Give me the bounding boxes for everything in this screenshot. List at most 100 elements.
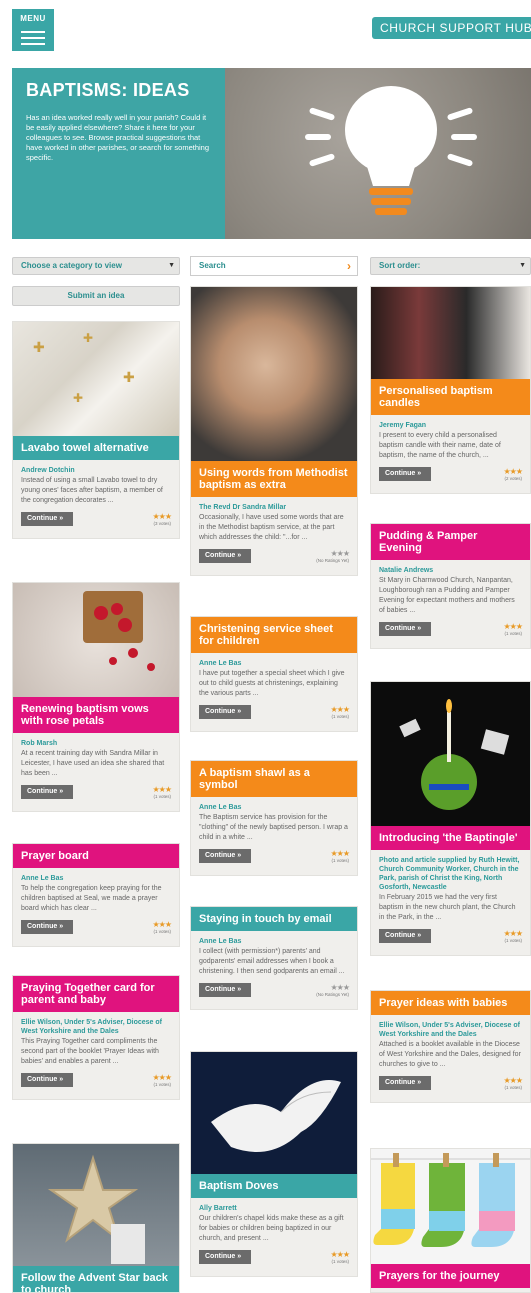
- menu-label: MENU: [20, 14, 46, 23]
- card-author[interactable]: Jeremy Fagan: [379, 421, 522, 430]
- continue-button[interactable]: Continue »: [199, 1250, 251, 1264]
- card-title[interactable]: Lavabo towel alternative: [13, 436, 179, 460]
- card-title[interactable]: Using words from Methodist baptism as ex…: [191, 461, 357, 497]
- card-author[interactable]: Anne Le Bas: [199, 803, 349, 812]
- continue-button[interactable]: Continue »: [199, 983, 251, 997]
- continue-button[interactable]: Continue »: [199, 705, 251, 719]
- star-rating[interactable]: ★★★: [503, 622, 522, 631]
- continue-button[interactable]: Continue »: [379, 467, 431, 481]
- star-rating[interactable]: ★★★: [152, 920, 171, 929]
- submit-idea-button[interactable]: Submit an idea: [12, 286, 180, 306]
- baby-photo: [191, 287, 357, 461]
- idea-card[interactable]: Renewing baptism vows with rose petals R…: [12, 582, 180, 812]
- card-title[interactable]: Christening service sheet for children: [191, 617, 357, 653]
- vote-count: (1 votes): [504, 938, 522, 943]
- card-title[interactable]: Renewing baptism vows with rose petals: [13, 697, 179, 733]
- card-author[interactable]: Anne Le Bas: [21, 874, 171, 883]
- card-author[interactable]: Andrew Dotchin: [21, 466, 171, 475]
- star-rating[interactable]: ★★★: [503, 1076, 522, 1085]
- idea-card[interactable]: ✚ ✚ ✚ ✚ Lavabo towel alternative Andrew Dot…: [12, 321, 180, 539]
- card-title[interactable]: Prayer ideas with babies: [371, 991, 530, 1015]
- idea-card[interactable]: Prayers for the journey: [370, 1148, 531, 1293]
- card-author[interactable]: Anne Le Bas: [199, 937, 349, 946]
- dove-photo: [191, 1052, 357, 1174]
- caret-down-icon: ▼: [519, 262, 526, 269]
- continue-button[interactable]: Continue »: [199, 849, 251, 863]
- continue-button[interactable]: Continue »: [21, 1073, 73, 1087]
- card-title[interactable]: Baptism Doves: [191, 1174, 357, 1198]
- idea-card[interactable]: Prayer ideas with babies Ellie Wilson, U…: [370, 990, 531, 1103]
- idea-card[interactable]: Staying in touch by email Anne Le Bas I …: [190, 906, 358, 1010]
- card-title[interactable]: Prayers for the journey: [371, 1264, 530, 1288]
- page-title: BAPTISMS: IDEAS: [26, 80, 190, 100]
- chevron-right-icon[interactable]: ›: [347, 257, 351, 275]
- continue-button[interactable]: Continue »: [21, 920, 73, 934]
- star-rating[interactable]: ★★★: [330, 849, 349, 858]
- menu-button[interactable]: MENU: [12, 9, 54, 51]
- card-excerpt: To help the congregation keep praying fo…: [21, 885, 162, 912]
- star-rating[interactable]: ★★★: [152, 785, 171, 794]
- idea-card[interactable]: Personalised baptism candles Jeremy Faga…: [370, 286, 531, 494]
- star-rating[interactable]: ★★★: [503, 467, 522, 476]
- star-rating[interactable]: ★★★: [330, 705, 349, 714]
- card-excerpt: St Mary in Charnwood Church, Nanpantan, …: [379, 577, 515, 614]
- church-support-hub-logo[interactable]: CHURCH SUPPORT HUB: [372, 17, 531, 39]
- idea-card[interactable]: Pudding & Pamper Evening Natalie Andrews…: [370, 523, 531, 649]
- continue-button[interactable]: Continue »: [21, 512, 73, 526]
- idea-card[interactable]: Follow the Advent Star back to church: [12, 1143, 180, 1293]
- hero-image: [225, 68, 531, 239]
- continue-button[interactable]: Continue »: [199, 549, 251, 563]
- card-title[interactable]: Pudding & Pamper Evening: [371, 524, 530, 560]
- category-select[interactable]: Choose a category to view ▼: [12, 257, 180, 275]
- star-rating[interactable]: ★★★: [330, 1250, 349, 1259]
- vote-count: (2 votes): [504, 476, 522, 481]
- category-select-label: Choose a category to view: [21, 261, 122, 270]
- vote-count: (3 votes): [153, 521, 171, 526]
- card-author[interactable]: Ellie Wilson, Under 5's Adviser, Diocese…: [379, 1021, 522, 1039]
- card-title[interactable]: Personalised baptism candles: [371, 379, 530, 415]
- star-rating[interactable]: ★★★: [503, 929, 522, 938]
- card-title[interactable]: Introducing 'the Baptingle': [371, 826, 530, 850]
- idea-card[interactable]: A baptism shawl as a symbol Anne Le Bas …: [190, 760, 358, 876]
- card-title[interactable]: Staying in touch by email: [191, 907, 357, 931]
- hamburger-icon: [21, 31, 45, 33]
- sort-select[interactable]: Sort order: ▼: [370, 257, 531, 275]
- star-rating[interactable]: ★★★: [330, 549, 349, 558]
- svg-text:✚: ✚: [83, 331, 93, 345]
- card-author[interactable]: The Revd Dr Sandra Millar: [199, 503, 349, 512]
- card-author[interactable]: Natalie Andrews: [379, 566, 522, 575]
- idea-card[interactable]: Introducing 'the Baptingle' Photo and ar…: [370, 681, 531, 956]
- card-author[interactable]: Rob Marsh: [21, 739, 171, 748]
- card-title[interactable]: Follow the Advent Star back to church: [13, 1266, 179, 1292]
- svg-text:✚: ✚: [73, 391, 83, 405]
- towel-photo: ✚ ✚ ✚ ✚: [13, 322, 179, 436]
- search-input[interactable]: Search ›: [190, 256, 358, 276]
- continue-button[interactable]: Continue »: [21, 785, 73, 799]
- idea-card[interactable]: Praying Together card for parent and bab…: [12, 975, 180, 1100]
- idea-card[interactable]: Christening service sheet for children A…: [190, 616, 358, 732]
- star-rating[interactable]: ★★★: [152, 512, 171, 521]
- star-rating[interactable]: ★★★: [152, 1073, 171, 1082]
- card-author[interactable]: Anne Le Bas: [199, 659, 349, 668]
- card-title[interactable]: Prayer board: [13, 844, 179, 868]
- continue-button[interactable]: Continue »: [379, 1076, 431, 1090]
- card-author[interactable]: Ally Barrett: [199, 1204, 349, 1213]
- rose-petals-photo: [13, 583, 179, 697]
- vote-count: (1 votes): [153, 929, 171, 934]
- idea-card[interactable]: Baptism Doves Ally Barrett Our children'…: [190, 1051, 358, 1277]
- idea-card[interactable]: Using words from Methodist baptism as ex…: [190, 286, 358, 576]
- vote-count: (No Ratings Yet): [316, 558, 349, 563]
- socks-photo: [371, 1149, 530, 1264]
- card-author[interactable]: Ellie Wilson, Under 5's Adviser, Diocese…: [21, 1018, 171, 1036]
- continue-button[interactable]: Continue »: [379, 929, 431, 943]
- caret-down-icon: ▼: [168, 262, 175, 269]
- continue-button[interactable]: Continue »: [379, 622, 431, 636]
- idea-card[interactable]: Prayer board Anne Le Bas To help the con…: [12, 843, 180, 947]
- svg-text:✚: ✚: [33, 339, 45, 355]
- card-title[interactable]: Praying Together card for parent and bab…: [13, 976, 179, 1012]
- star-rating[interactable]: ★★★: [330, 983, 349, 992]
- card-author[interactable]: Photo and article supplied by Ruth Hewit…: [379, 856, 522, 892]
- hero-banner: BAPTISMS: IDEAS Has an idea worked reall…: [12, 68, 531, 239]
- card-title[interactable]: A baptism shawl as a symbol: [191, 761, 357, 797]
- vote-count: (1 votes): [331, 714, 349, 719]
